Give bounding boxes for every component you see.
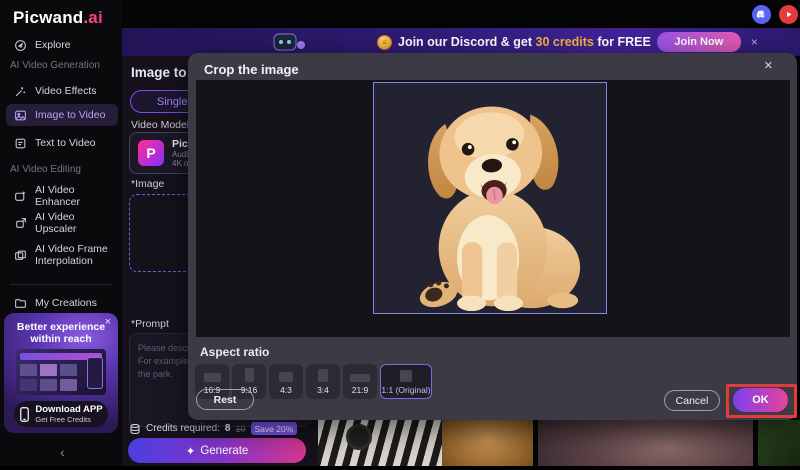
brand-suffix: .ai <box>83 8 103 27</box>
document-text-icon <box>14 137 27 150</box>
picwand-model-logo: P <box>138 140 164 166</box>
gallery-thumb-sleeping-person[interactable] <box>538 420 753 466</box>
aspect-ratio-label: Aspect ratio <box>200 345 269 359</box>
aspect-tile-4-3[interactable]: 4:3 <box>269 364 303 399</box>
credits-coin-icon <box>129 423 141 435</box>
puppy-image <box>385 95 595 313</box>
picwand-app: Picwand.ai Explore AI Video Generation V… <box>0 0 800 470</box>
frames-icon <box>14 249 27 262</box>
video-model-label: Video Model <box>131 119 189 131</box>
modal-title: Crop the image <box>204 62 299 77</box>
join-now-button[interactable]: Join Now <box>657 32 741 52</box>
download-app-subtitle: Get Free Credits <box>35 415 102 424</box>
ratio-shape-icon <box>350 374 370 382</box>
gallery-thumb-grass[interactable] <box>758 420 800 466</box>
ratio-shape-icon <box>400 370 412 382</box>
credits-label: Credits required: <box>146 423 220 434</box>
ratio-shape-icon <box>245 368 254 382</box>
modal-close-icon[interactable]: × <box>764 57 773 74</box>
sidebar: Picwand.ai Explore AI Video Generation V… <box>0 0 122 470</box>
gallery-thumb-zebra[interactable] <box>318 420 442 466</box>
top-bar <box>122 0 800 28</box>
coin-icon: ≡ <box>377 35 392 50</box>
bottom-edge <box>0 466 800 470</box>
aspect-tile-21-9[interactable]: 21:9 <box>343 364 377 399</box>
ratio-shape-icon <box>279 372 293 382</box>
brand-logo[interactable]: Picwand.ai <box>13 8 103 28</box>
sidebar-item-ai-video-frame-interpolation[interactable]: AI Video Frame Interpolation <box>6 238 118 272</box>
aspect-tile-3-4[interactable]: 3:4 <box>306 364 340 399</box>
sidebar-item-label: Image to Video <box>35 109 105 121</box>
crop-viewport <box>196 80 790 337</box>
gallery-thumb-lion[interactable] <box>442 420 533 466</box>
cancel-button[interactable]: Cancel <box>664 390 720 411</box>
discord-icon[interactable] <box>752 5 771 24</box>
sidebar-item-image-to-video[interactable]: Image to Video <box>6 104 118 126</box>
folder-icon <box>14 297 27 310</box>
promo-thumbnail <box>16 349 106 395</box>
image-icon <box>14 109 27 122</box>
sidebar-section-generation: AI Video Generation <box>10 60 100 71</box>
annotation-highlight-box <box>726 384 797 418</box>
banner-text: Join our Discord & get 30 credits for FR… <box>398 35 651 49</box>
crop-modal: Crop the image × <box>188 53 797 420</box>
phone-preview <box>87 357 103 389</box>
aspect-tile-1-1-original[interactable]: 1:1 (Original) <box>380 364 432 399</box>
headphone-decor <box>346 424 372 450</box>
youtube-icon[interactable] <box>779 5 798 24</box>
sidebar-item-label: AI Video Frame Interpolation <box>35 243 113 267</box>
upscale-arrows-icon <box>14 217 27 230</box>
sidebar-item-label: AI Video Enhancer <box>35 184 118 208</box>
save-badge: Save 20% <box>251 422 298 435</box>
sidebar-item-label: Text to Video <box>35 137 96 149</box>
sidebar-collapse-chevron-icon[interactable]: ‹ <box>60 444 65 460</box>
download-app-button[interactable]: Download APP Get Free Credits <box>14 401 108 427</box>
phone-icon <box>19 407 30 422</box>
sidebar-section-editing: AI Video Editing <box>10 164 81 175</box>
sidebar-item-explore[interactable]: Explore <box>6 34 118 56</box>
magic-wand-icon <box>14 85 27 98</box>
ratio-shape-icon <box>204 373 221 382</box>
prompt-label: *Prompt <box>131 318 169 330</box>
banner-close-icon[interactable]: × <box>751 35 758 49</box>
credits-current: 8 <box>225 423 231 434</box>
rest-button[interactable]: Rest <box>196 389 254 410</box>
sidebar-item-my-creations[interactable]: My Creations <box>6 292 118 314</box>
compass-icon <box>14 39 27 52</box>
sidebar-item-video-effects[interactable]: Video Effects <box>6 80 118 102</box>
sidebar-item-label: Video Effects <box>35 85 97 97</box>
image-label: *Image <box>131 178 164 190</box>
credits-original: 10 <box>235 424 245 434</box>
ratio-shape-icon <box>318 369 328 382</box>
sidebar-divider <box>10 284 112 285</box>
promo-card: × Better experience within reach Downloa… <box>4 313 118 433</box>
sidebar-item-ai-video-enhancer[interactable]: AI Video Enhancer <box>6 185 118 207</box>
generate-button[interactable]: ✦ Generate <box>128 438 306 463</box>
sidebar-item-label: My Creations <box>35 297 97 309</box>
sparkle-icon: ✦ <box>186 444 196 458</box>
download-app-label: Download APP <box>35 405 102 415</box>
promo-title: Better experience within reach <box>4 321 118 345</box>
sidebar-item-text-to-video[interactable]: Text to Video <box>6 132 118 154</box>
credits-row: Credits required: 8 10 Save 20% <box>129 422 297 435</box>
sidebar-item-ai-video-upscaler[interactable]: AI Video Upscaler <box>6 212 118 234</box>
brand-name: Picwand <box>13 8 83 27</box>
video-enhance-icon <box>14 190 27 203</box>
robot-mascot-icon <box>272 31 306 53</box>
sidebar-item-label: AI Video Upscaler <box>35 211 118 235</box>
sidebar-item-label: Explore <box>35 39 71 51</box>
generate-label: Generate <box>200 445 248 457</box>
discord-banner: ≡ Join our Discord & get 30 credits for … <box>122 28 800 56</box>
crop-selection[interactable] <box>373 82 607 314</box>
